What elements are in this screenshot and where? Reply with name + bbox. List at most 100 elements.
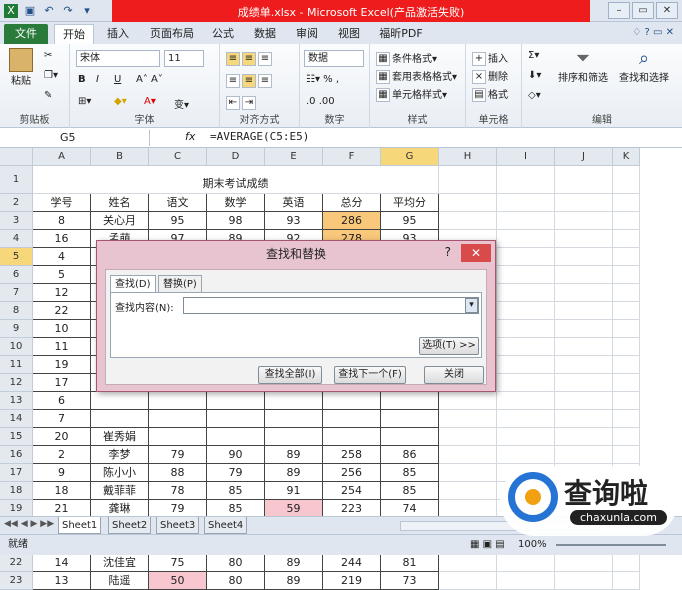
table-cell[interactable]: 10	[33, 320, 91, 338]
table-cell[interactable]: 16	[33, 230, 91, 248]
table-cell[interactable]: 20	[33, 428, 91, 446]
column-header-e[interactable]: E	[265, 148, 323, 166]
column-header-c[interactable]: C	[149, 148, 207, 166]
table-cell[interactable]	[149, 428, 207, 446]
empty-cell[interactable]	[613, 356, 640, 374]
format-painter-icon[interactable]: ✎	[44, 90, 52, 101]
table-cell[interactable]	[265, 410, 323, 428]
maximize-button[interactable]: ▭	[632, 2, 654, 19]
empty-cell[interactable]	[497, 410, 555, 428]
minimize-button[interactable]: –	[608, 2, 630, 19]
table-cell[interactable]	[149, 392, 207, 410]
number-format-select[interactable]: 数据	[304, 50, 364, 67]
row-header[interactable]: 5	[0, 248, 33, 266]
empty-cell[interactable]	[613, 266, 640, 284]
table-cell[interactable]: 4	[33, 248, 91, 266]
table-cell[interactable]: 90	[207, 446, 265, 464]
row-header[interactable]: 15	[0, 428, 33, 446]
empty-cell[interactable]	[555, 374, 613, 392]
table-cell[interactable]: 78	[149, 482, 207, 500]
empty-cell[interactable]	[613, 212, 640, 230]
bold-button[interactable]: B	[78, 74, 86, 85]
empty-cell[interactable]	[497, 166, 555, 194]
font-color-icon[interactable]: A▾	[144, 96, 156, 107]
options-button[interactable]: 选项(T) >>	[419, 337, 479, 355]
indent-icon[interactable]: ⇤ ⇥	[226, 96, 258, 110]
table-header-cell[interactable]: 英语	[265, 194, 323, 212]
empty-cell[interactable]	[613, 374, 640, 392]
table-cell[interactable]: 戴菲菲	[91, 482, 149, 500]
empty-cell[interactable]	[555, 194, 613, 212]
font-name-select[interactable]: 宋体	[76, 50, 160, 67]
empty-cell[interactable]	[497, 212, 555, 230]
decimal-icon[interactable]: .0 .00	[306, 96, 335, 107]
table-cell[interactable]	[381, 428, 439, 446]
table-cell[interactable]: 崔秀娟	[91, 428, 149, 446]
empty-cell[interactable]	[555, 428, 613, 446]
table-cell[interactable]: 李梦	[91, 446, 149, 464]
row-header[interactable]: 12	[0, 374, 33, 392]
row-header[interactable]: 8	[0, 302, 33, 320]
italic-button[interactable]: I	[96, 74, 99, 85]
table-cell[interactable]	[323, 428, 381, 446]
sheet-tab-3[interactable]: Sheet3	[156, 517, 200, 534]
row-header[interactable]: 4	[0, 230, 33, 248]
column-header-g[interactable]: G	[381, 148, 439, 166]
empty-cell[interactable]	[439, 464, 497, 482]
table-cell[interactable]: 244	[323, 554, 381, 572]
table-cell[interactable]	[91, 392, 149, 410]
table-cell[interactable]: 79	[207, 464, 265, 482]
empty-cell[interactable]	[555, 248, 613, 266]
find-select-button[interactable]: ⌕ 查找和选择	[614, 48, 674, 84]
empty-cell[interactable]	[613, 338, 640, 356]
tab-formulas[interactable]: 公式	[206, 24, 240, 44]
empty-cell[interactable]	[497, 266, 555, 284]
formula-input[interactable]: =AVERAGE(C5:E5)	[210, 130, 309, 143]
customize-icon[interactable]: ▾	[80, 4, 94, 18]
empty-cell[interactable]	[613, 230, 640, 248]
row-header[interactable]: 16	[0, 446, 33, 464]
column-header-i[interactable]: I	[497, 148, 555, 166]
empty-cell[interactable]	[555, 230, 613, 248]
table-cell[interactable]: 85	[207, 482, 265, 500]
empty-cell[interactable]	[497, 284, 555, 302]
empty-cell[interactable]	[555, 212, 613, 230]
empty-cell[interactable]	[555, 356, 613, 374]
empty-cell[interactable]	[613, 410, 640, 428]
empty-cell[interactable]	[439, 392, 497, 410]
row-header[interactable]: 1	[0, 166, 33, 194]
empty-cell[interactable]	[613, 284, 640, 302]
table-cell[interactable]: 86	[381, 446, 439, 464]
underline-button[interactable]: U	[114, 74, 121, 85]
view-buttons-icon[interactable]: ▦ ▣ ▤	[470, 535, 505, 555]
sheet-title-cell[interactable]: 期末考试成绩	[33, 166, 439, 194]
find-dropdown-icon[interactable]: ▾	[465, 298, 478, 313]
empty-cell[interactable]	[555, 338, 613, 356]
table-cell[interactable]: 219	[323, 572, 381, 590]
empty-cell[interactable]	[555, 320, 613, 338]
table-cell[interactable]: 85	[381, 482, 439, 500]
row-header[interactable]: 17	[0, 464, 33, 482]
row-header[interactable]: 3	[0, 212, 33, 230]
sheet-tab-1[interactable]: Sheet1	[58, 517, 102, 534]
help-icon[interactable]: ♢ ? ▭ ✕	[632, 27, 674, 38]
table-cell[interactable]: 93	[265, 212, 323, 230]
table-header-cell[interactable]: 平均分	[381, 194, 439, 212]
table-header-cell[interactable]: 学号	[33, 194, 91, 212]
tab-page-layout[interactable]: 页面布局	[144, 24, 200, 44]
column-header-b[interactable]: B	[91, 148, 149, 166]
clear-icon[interactable]: ◇▾	[528, 90, 541, 101]
table-cell[interactable]: 89	[265, 464, 323, 482]
font-grow-icon[interactable]: A˄ A˅	[136, 74, 163, 85]
zoom-slider[interactable]	[556, 544, 666, 546]
sort-filter-button[interactable]: ⏷ 排序和筛选	[556, 48, 610, 84]
fill-icon[interactable]: ⬇▾	[528, 70, 541, 81]
empty-cell[interactable]	[439, 554, 497, 572]
save-icon[interactable]: ▣	[23, 4, 37, 18]
table-cell[interactable]: 5	[33, 266, 91, 284]
table-cell[interactable]: 18	[33, 482, 91, 500]
tab-find[interactable]: 查找(D)	[110, 275, 156, 292]
table-cell[interactable]: 79	[149, 446, 207, 464]
table-cell[interactable]: 95	[149, 212, 207, 230]
empty-cell[interactable]	[497, 194, 555, 212]
